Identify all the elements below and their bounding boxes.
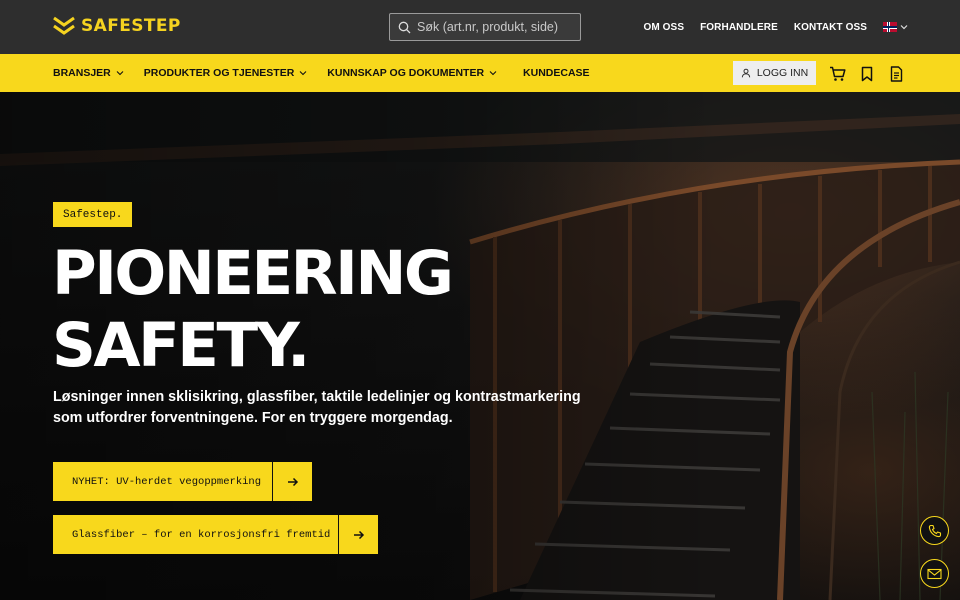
login-button[interactable]: LOGG INN (733, 61, 816, 85)
language-selector[interactable] (883, 22, 908, 32)
user-icon (741, 68, 751, 78)
cart-icon (829, 66, 846, 81)
login-label: LOGG INN (756, 67, 809, 79)
nav-item-label: PRODUKTER OG TJENESTER (143, 67, 295, 79)
nav-item-kunnskap[interactable]: KUNNSKAP OG DOKUMENTER (327, 67, 497, 79)
top-bar: SAFESTEP OM OSS FORHANDLERE KONTAKT OSS (0, 0, 960, 54)
chevron-down-icon (489, 71, 497, 76)
safestep-logo[interactable]: SAFESTEP (53, 16, 181, 36)
nav-item-kundecase[interactable]: KUNDECASE (523, 67, 590, 79)
hero-headline: PIONEERING SAFETY. (52, 238, 572, 382)
top-link-kontakt-oss[interactable]: KONTAKT OSS (794, 22, 867, 33)
cta-label: Glassfiber – for en korrosjonsfri fremti… (72, 528, 331, 541)
search-input[interactable] (417, 20, 567, 34)
brand-tag: Safestep. (53, 202, 133, 227)
top-link-om-oss[interactable]: OM OSS (643, 22, 684, 33)
document-icon (890, 66, 902, 82)
logo-text: SAFESTEP (81, 16, 181, 36)
hero-subtitle: Løsninger innen sklisikring, glassfiber,… (53, 389, 581, 426)
search-box[interactable] (389, 13, 581, 41)
mail-button[interactable] (920, 559, 949, 588)
bookmark-icon (861, 66, 873, 82)
cta-uv-road-marking[interactable]: NYHET: UV-herdet vegoppmerking (53, 462, 312, 501)
hero-section: Safestep. PIONEERING SAFETY. Løsninger i… (0, 92, 960, 600)
headline-line-2: SAFETY. (52, 310, 310, 381)
chevron-down-icon (299, 71, 307, 76)
chevron-down-icon (900, 25, 908, 30)
phone-button[interactable] (920, 516, 949, 545)
logo-chevron-icon (53, 16, 75, 35)
top-links: OM OSS FORHANDLERE KONTAKT OSS (643, 0, 908, 54)
arrow-right-icon (338, 515, 378, 554)
phone-icon (928, 524, 941, 537)
bookmark-button[interactable] (858, 65, 876, 83)
nav-item-label: KUNNSKAP OG DOKUMENTER (327, 67, 485, 79)
cta-label: NYHET: UV-herdet vegoppmerking (72, 475, 262, 488)
main-nav: BRANSJER PRODUKTER OG TJENESTER KUNNSKAP… (0, 54, 960, 92)
document-button[interactable] (887, 65, 905, 83)
nav-item-label: KUNDECASE (523, 67, 590, 79)
cta-glassfiber[interactable]: Glassfiber – for en korrosjonsfri fremti… (53, 515, 378, 554)
nav-item-label: BRANSJER (53, 67, 111, 79)
headline-line-1: PIONEERING (52, 238, 454, 309)
arrow-right-icon (272, 462, 312, 501)
mail-icon (927, 568, 942, 579)
cart-button[interactable] (828, 65, 846, 83)
search-icon (398, 21, 411, 33)
chevron-down-icon (116, 71, 124, 76)
top-link-forhandlere[interactable]: FORHANDLERE (700, 22, 778, 33)
norway-flag-icon (883, 22, 897, 32)
nav-item-bransjer[interactable]: BRANSJER (53, 67, 124, 79)
nav-item-produkter[interactable]: PRODUKTER OG TJENESTER (144, 67, 308, 79)
